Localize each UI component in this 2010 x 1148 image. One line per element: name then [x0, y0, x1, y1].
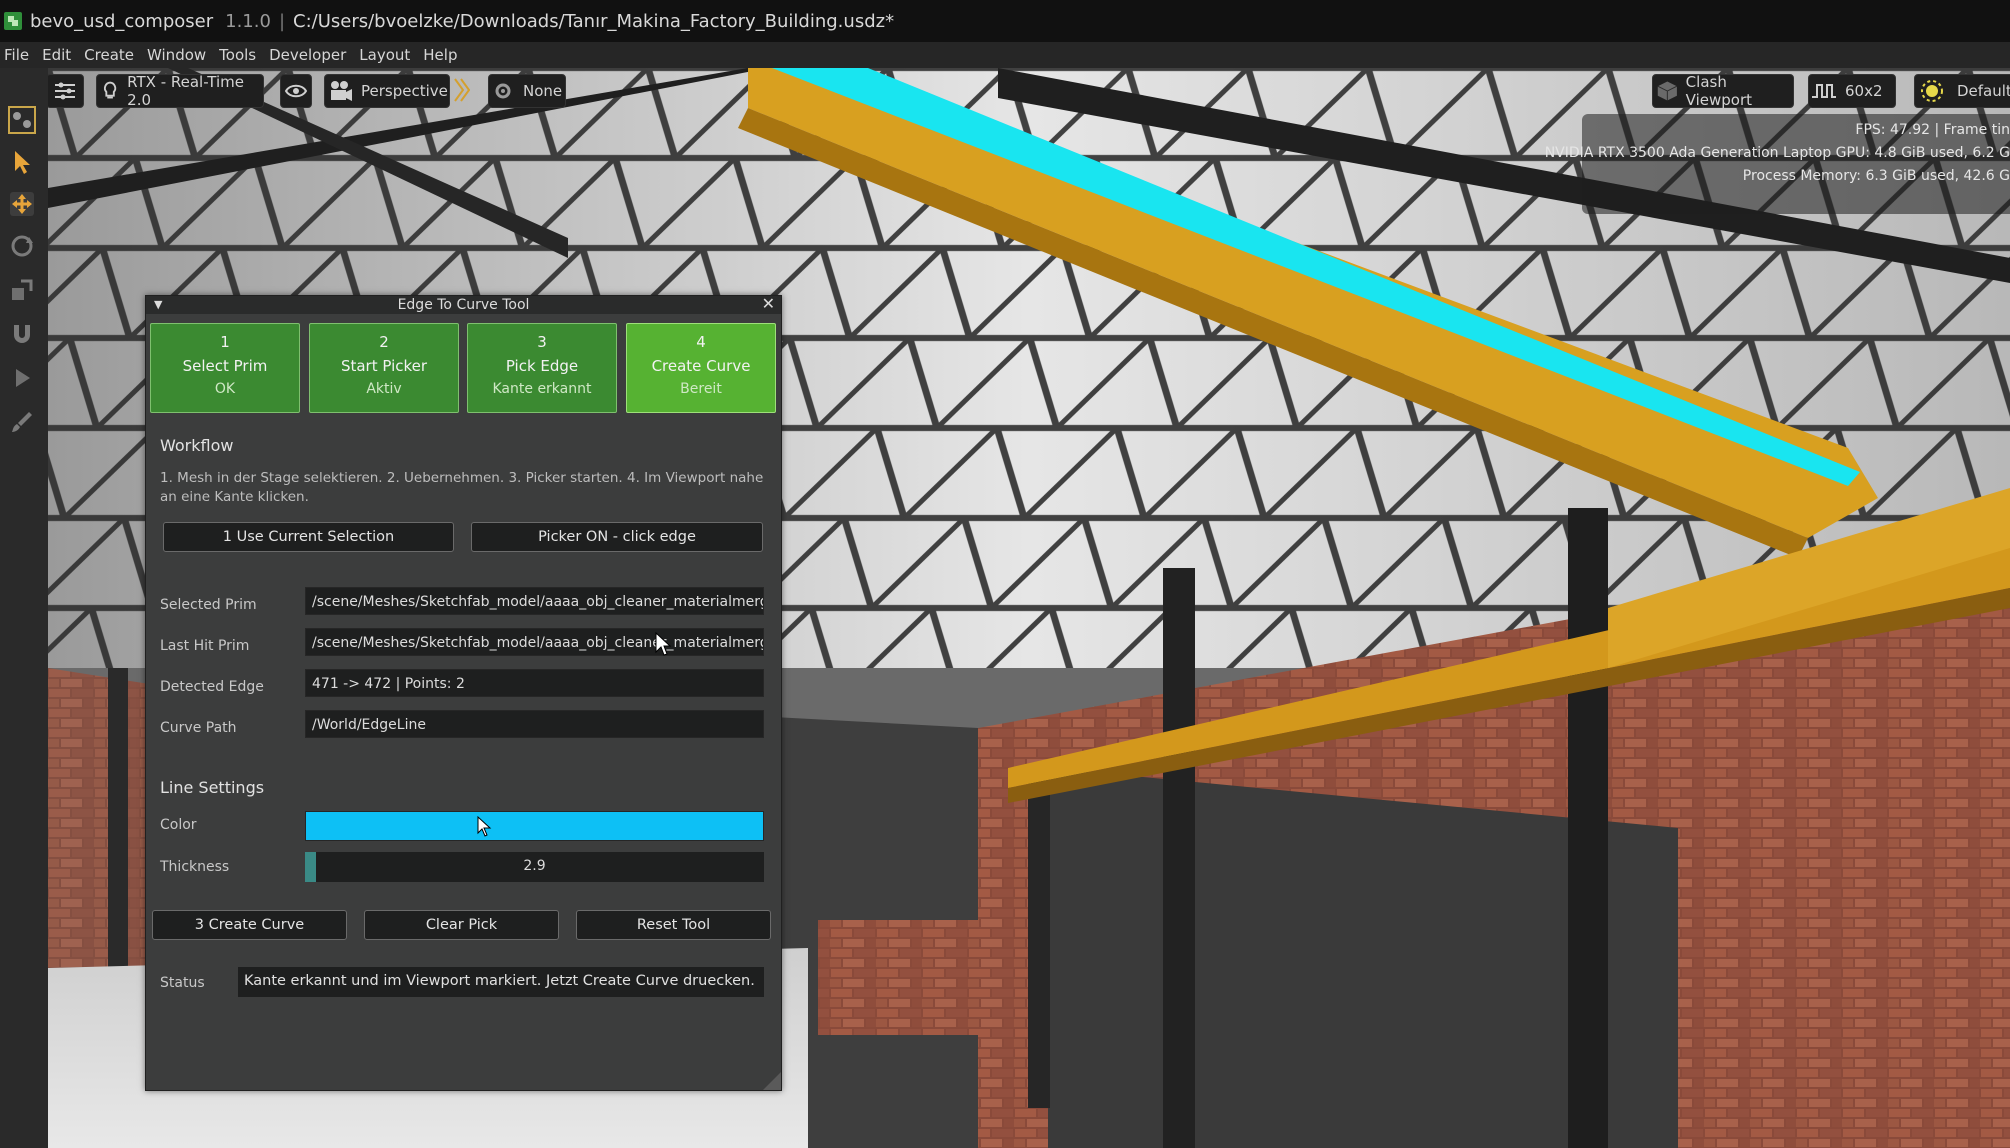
step-status: OK	[214, 381, 236, 397]
menu-developer[interactable]: Developer	[265, 46, 355, 64]
camera-icon	[331, 81, 352, 101]
process-memory-text: Process Memory: 6.3 GiB used, 42.6 G	[1742, 168, 2010, 184]
visibility-button[interactable]	[280, 74, 312, 108]
menu-file[interactable]: File	[0, 46, 38, 64]
selected-prim-field[interactable]: /scene/Meshes/Sketchfab_model/aaaa_obj_c…	[305, 587, 764, 615]
step-label: Pick Edge	[505, 357, 579, 375]
tool-window-title: Edge To Curve Tool	[397, 297, 530, 313]
step-status: Bereit	[680, 381, 722, 397]
color-label: Color	[160, 817, 197, 833]
workflow-description: 1. Mesh in der Stage selektieren. 2. Ueb…	[160, 470, 764, 505]
gear-icon	[495, 83, 511, 99]
status-field: Kante erkannt und im Viewport markiert. …	[238, 967, 764, 997]
scale-tool-icon[interactable]	[4, 272, 40, 308]
pointer-tool-icon[interactable]	[4, 144, 40, 180]
use-current-selection-button[interactable]: 1 Use Current Selection	[163, 522, 454, 552]
step-pick-edge[interactable]: 3 Pick Edge Kante erkannt	[467, 323, 617, 413]
thickness-value: 2.9	[523, 858, 546, 874]
curve-path-label: Curve Path	[160, 720, 237, 736]
status-label: Status	[160, 975, 205, 991]
rotate-tool-icon[interactable]	[4, 228, 40, 264]
step-number: 4	[696, 333, 706, 351]
lightbulb-icon	[103, 81, 117, 99]
step-start-picker[interactable]: 2 Start Picker Aktiv	[309, 323, 459, 413]
collapse-triangle-icon[interactable]: ▼	[154, 296, 162, 314]
step-number: 1	[220, 333, 230, 351]
step-number: 3	[537, 333, 547, 351]
workflow-heading: Workflow	[160, 436, 234, 455]
detected-edge-label: Detected Edge	[160, 679, 264, 695]
step-label: Create Curve	[651, 357, 751, 375]
resolution-label: 60x2	[1845, 82, 1883, 100]
line-settings-heading: Line Settings	[160, 778, 265, 797]
resolution-button[interactable]: 60x2	[1808, 74, 1896, 108]
tool-window-titlebar[interactable]: ▼ Edge To Curve Tool ✕	[146, 295, 781, 314]
play-icon[interactable]	[4, 360, 40, 396]
waveform-icon	[1812, 84, 1836, 98]
app-version: 1.1.0	[225, 10, 271, 32]
title-separator: |	[278, 10, 286, 32]
resize-grip-icon[interactable]	[763, 1072, 781, 1090]
none-dropdown[interactable]: None	[488, 74, 566, 108]
step-status: Kante erkannt	[492, 381, 592, 397]
create-curve-button[interactable]: 3 Create Curve	[152, 910, 347, 940]
renderer-label: RTX - Real-Time 2.0	[127, 73, 244, 109]
fps-text: FPS: 47.92 | Frame tin	[1855, 122, 2010, 138]
last-hit-prim-label: Last Hit Prim	[160, 638, 250, 654]
menu-window[interactable]: Window	[143, 46, 215, 64]
renderer-button[interactable]: RTX - Real-Time 2.0	[96, 73, 264, 109]
sliders-icon	[55, 82, 75, 100]
clear-pick-button[interactable]: Clear Pick	[364, 910, 559, 940]
step-create-curve[interactable]: 4 Create Curve Bereit	[626, 323, 776, 413]
picker-toggle-button[interactable]: Picker ON - click edge	[471, 522, 763, 552]
select-mode-icon[interactable]	[4, 102, 40, 138]
thickness-slider[interactable]: 2.9	[305, 852, 764, 882]
cube-icon	[1657, 81, 1678, 101]
app-name: bevo_usd_composer	[30, 10, 214, 32]
app-logo-icon	[4, 12, 22, 30]
file-path: C:/Users/bvoelzke/Downloads/Tanır_Makina…	[293, 10, 895, 32]
gpu-memory-text: NVIDIA RTX 3500 Ada Generation Laptop GP…	[1544, 145, 2010, 161]
expand-arrow-icon[interactable]	[452, 74, 470, 106]
paint-brush-icon[interactable]	[4, 404, 40, 440]
menu-edit[interactable]: Edit	[38, 46, 80, 64]
clash-viewport-button[interactable]: Clash Viewport	[1652, 73, 1794, 109]
clash-viewport-label: Clash Viewport	[1685, 73, 1753, 109]
step-number: 2	[379, 333, 389, 351]
menu-bar: File Edit Create Window Tools Developer …	[0, 42, 2010, 68]
curve-path-field[interactable]: /World/EdgeLine	[305, 710, 764, 738]
mouse-cursor-icon	[477, 816, 492, 837]
close-icon[interactable]: ✕	[762, 295, 775, 313]
snap-magnet-icon[interactable]	[4, 316, 40, 352]
camera-label: Perspective	[361, 82, 448, 100]
menu-help[interactable]: Help	[419, 46, 466, 64]
none-label: None	[523, 82, 563, 100]
camera-button[interactable]: Perspective	[324, 74, 450, 108]
edge-to-curve-tool-window: ▼ Edge To Curve Tool ✕ 1 Select Prim OK …	[145, 295, 782, 1091]
step-label: Start Picker	[340, 357, 428, 375]
left-toolbar	[0, 68, 49, 1148]
menu-layout[interactable]: Layout	[355, 46, 419, 64]
detected-edge-field[interactable]: 471 -> 472 | Points: 2	[305, 669, 764, 697]
default-label: Default	[1957, 82, 2010, 100]
stats-overlay: FPS: 47.92 | Frame tin NVIDIA RTX 3500 A…	[1545, 114, 2010, 214]
step-label: Select Prim	[182, 357, 268, 375]
sun-icon	[1921, 80, 1943, 102]
step-status: Aktiv	[366, 381, 402, 397]
menu-create[interactable]: Create	[80, 46, 143, 64]
default-button[interactable]: Default	[1914, 74, 2010, 108]
menu-tools[interactable]: Tools	[215, 46, 265, 64]
reset-tool-button[interactable]: Reset Tool	[576, 910, 771, 940]
title-bar: bevo_usd_composer 1.1.0 | C:/Users/bvoel…	[0, 0, 2010, 42]
step-select-prim[interactable]: 1 Select Prim OK	[150, 323, 300, 413]
move-tool-icon[interactable]	[4, 186, 40, 222]
eye-icon	[284, 84, 308, 98]
mouse-cursor-icon	[655, 632, 672, 656]
viewport-settings-button[interactable]	[48, 74, 84, 108]
thickness-label: Thickness	[160, 859, 230, 875]
selected-prim-label: Selected Prim	[160, 597, 257, 613]
last-hit-prim-field[interactable]: /scene/Meshes/Sketchfab_model/aaaa_obj_c…	[305, 628, 764, 656]
color-swatch[interactable]	[305, 811, 764, 841]
